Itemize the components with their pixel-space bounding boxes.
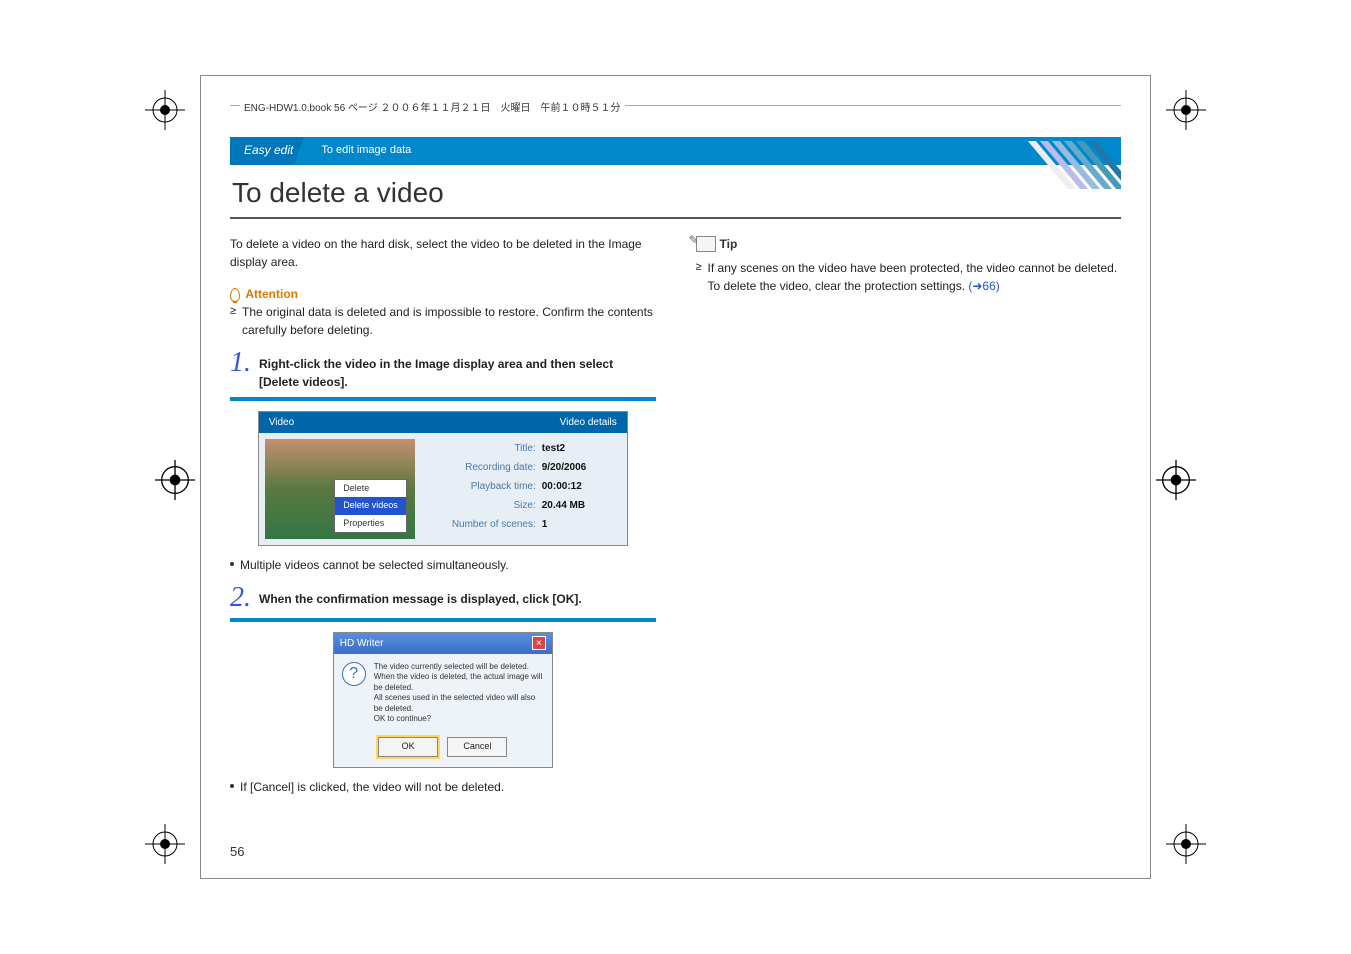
menu-item-delete: Delete <box>335 480 406 498</box>
tip-text: If any scenes on the video have been pro… <box>708 259 1121 295</box>
bullet-icon <box>230 784 234 788</box>
question-icon: ? <box>342 662 366 686</box>
section-title-bar: Easy edit To edit image data <box>230 137 1121 165</box>
tip-icon <box>696 236 716 252</box>
header-text: ENG-HDW1.0.book 56 ページ ２００６年１１月２１日 火曜日 午… <box>240 99 625 114</box>
crop-mark-icon <box>1156 460 1196 500</box>
note-text: If [Cancel] is clicked, the video will n… <box>240 778 504 796</box>
step-number: 1. <box>230 349 251 377</box>
detail-value: 20.44 MB <box>542 498 585 513</box>
detail-label: Recording date: <box>431 460 536 475</box>
page-number: 56 <box>230 844 244 859</box>
bullet-icon <box>230 562 234 566</box>
menu-item-delete-videos: Delete videos <box>335 497 406 515</box>
crop-mark-icon <box>155 460 195 500</box>
crop-mark-icon <box>145 824 185 864</box>
detail-value: 00:00:12 <box>542 479 582 494</box>
lightbulb-icon <box>230 288 240 302</box>
detail-label: Title: <box>431 441 536 456</box>
step-2: 2. When the confirmation message is disp… <box>230 584 656 796</box>
crop-mark-icon <box>1166 824 1206 864</box>
ok-button: OK <box>378 737 438 757</box>
left-column: To delete a video on the hard disk, sele… <box>230 235 656 806</box>
tip-header: Tip <box>696 235 1122 253</box>
step-note: If [Cancel] is clicked, the video will n… <box>230 778 656 796</box>
detail-value: 9/20/2006 <box>542 460 587 475</box>
crop-mark-icon <box>1166 90 1206 130</box>
detail-value: 1 <box>542 517 548 532</box>
dialog-titlebar: HD Writer × <box>334 633 552 654</box>
tip-label: Tip <box>720 235 738 253</box>
bullet-icon: ≥ <box>696 259 702 295</box>
detail-label: Number of scenes: <box>431 517 536 532</box>
subsection-label: To edit image data <box>307 137 1121 165</box>
detail-label: Size: <box>431 498 536 513</box>
video-details-panel: Title: test2 Recording date: 9/20/2006 Pla… <box>421 433 627 545</box>
attention-block: Attention <box>230 285 656 303</box>
close-icon: × <box>532 636 546 650</box>
step-divider <box>230 397 656 401</box>
attention-text: The original data is deleted and is impo… <box>242 303 655 339</box>
step-number: 2. <box>230 584 251 612</box>
screenshot-video-panel: Video Video details Delete Delete videos… <box>258 411 628 546</box>
step-note: Multiple videos cannot be selected simul… <box>230 556 656 574</box>
dialog-title: HD Writer <box>340 636 384 651</box>
subsection-text: To edit image data <box>321 144 411 156</box>
detail-value: test2 <box>542 441 565 456</box>
screenshot-confirm-dialog: HD Writer × ? The video currently select… <box>333 632 553 768</box>
bullet-icon: ≥ <box>230 303 236 339</box>
crop-mark-icon <box>145 90 185 130</box>
dialog-message: The video currently selected will be del… <box>374 662 544 724</box>
intro-text: To delete a video on the hard disk, sele… <box>230 235 656 271</box>
page-title: To delete a video <box>230 171 1121 219</box>
decorative-stripes <box>1021 141 1121 189</box>
step-label: When the confirmation message is display… <box>259 584 656 608</box>
tip-body: If any scenes on the video have been pro… <box>708 261 1118 293</box>
note-text: Multiple videos cannot be selected simul… <box>240 556 509 574</box>
tip-item: ≥ If any scenes on the video have been p… <box>696 259 1122 295</box>
tab-video: Video <box>269 415 560 430</box>
step-label: Right-click the video in the Image displ… <box>259 349 656 391</box>
tab-video-details: Video details <box>560 415 617 430</box>
cancel-button: Cancel <box>447 737 507 757</box>
step-divider <box>230 618 656 622</box>
attention-label: Attention <box>245 287 298 301</box>
detail-label: Playback time: <box>431 479 536 494</box>
context-menu: Delete Delete videos Properties <box>334 479 407 534</box>
right-column: Tip ≥ If any scenes on the video have be… <box>696 235 1122 806</box>
video-thumbnail: Delete Delete videos Properties <box>265 439 415 539</box>
tip-link: (➜66) <box>968 279 999 293</box>
menu-item-properties: Properties <box>335 515 406 533</box>
attention-item: ≥ The original data is deleted and is im… <box>230 303 656 339</box>
header-line: ENG-HDW1.0.book 56 ページ ２００６年１１月２１日 火曜日 午… <box>230 105 1121 121</box>
step-1: 1. Right-click the video in the Image di… <box>230 349 656 574</box>
